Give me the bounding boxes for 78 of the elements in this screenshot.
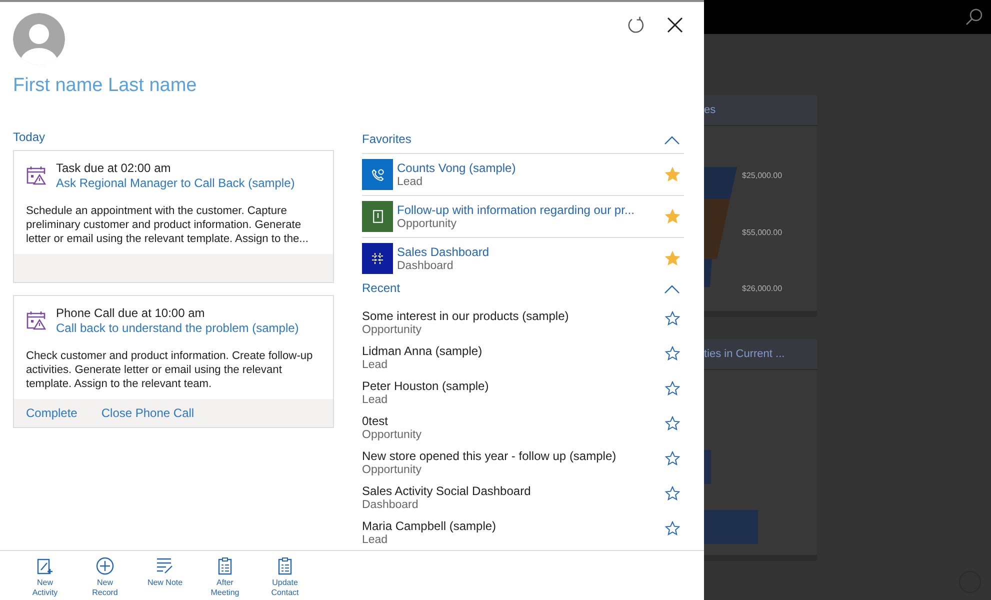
refresh-icon[interactable] — [627, 16, 645, 34]
filled-star-icon[interactable] — [665, 167, 680, 182]
item-name: Follow-up with information regarding our pr... — [397, 203, 636, 217]
section-title: Favorites — [362, 132, 412, 146]
item-name: Lidman Anna (sample) — [362, 344, 484, 358]
plus-circle-icon — [96, 557, 114, 575]
list-item[interactable]: Follow-up with information regarding our pr... Opportunity — [362, 196, 684, 238]
due-text: Task due at 02:00 am — [56, 161, 172, 175]
toolbar-button[interactable]: After Meeting — [198, 551, 252, 600]
activity-link[interactable]: Call back to understand the problem (sample) — [56, 321, 299, 335]
toolbar-button[interactable]: New Activity — [18, 551, 72, 600]
item-type: Lead — [362, 534, 389, 546]
collapse-icon[interactable] — [664, 136, 680, 145]
list-item[interactable]: Sales Dashboard Dashboard — [362, 238, 684, 279]
item-type: Dashboard — [362, 499, 420, 511]
filled-star-icon[interactable] — [665, 251, 680, 266]
value-label: $25,000.00 — [742, 171, 782, 180]
search-icon[interactable] — [965, 8, 983, 26]
dashboard-icon — [371, 252, 384, 265]
close-icon[interactable] — [667, 17, 683, 33]
star-outline-icon[interactable] — [665, 486, 680, 501]
toolbar-button[interactable]: New Record — [78, 551, 132, 600]
star-outline-icon[interactable] — [665, 521, 680, 536]
list-item[interactable]: Peter Houston (sample) Lead — [362, 379, 684, 414]
section-title: Today — [13, 130, 46, 144]
item-type: Lead — [397, 176, 424, 188]
item-name: Some interest in our products (sample) — [362, 309, 570, 323]
item-type: Opportunity — [397, 218, 458, 230]
item-type: Opportunity — [362, 324, 422, 336]
due-text: Phone Call due at 10:00 am — [56, 306, 206, 320]
item-name: New store opened this year - follow up (sample) — [362, 449, 618, 463]
item-name: Sales Dashboard — [397, 245, 490, 259]
list-item[interactable]: Some interest in our products (sample) Opportunity — [362, 309, 684, 344]
star-outline-icon[interactable] — [665, 451, 680, 466]
collapse-icon[interactable] — [664, 285, 680, 294]
star-outline-icon[interactable] — [665, 416, 680, 431]
star-outline-icon[interactable] — [665, 311, 680, 326]
item-name: Counts Vong (sample) — [397, 161, 517, 175]
activity-description: Schedule an appointment with the customer. Capture preliminary customer and product information. Generate letter or email using the relevant template. Assign to the... — [25, 204, 310, 247]
action-link[interactable]: Close Phone Call — [101, 406, 194, 420]
toolbar-button[interactable]: Update Contact — [258, 551, 312, 600]
list-item[interactable]: Counts Vong (sample) Lead — [362, 154, 684, 196]
clipboard-icon — [216, 557, 234, 575]
item-type: Lead — [362, 359, 389, 371]
list-item[interactable]: Lidman Anna (sample) Lead — [362, 344, 684, 379]
card-title: ties in Current ... — [704, 339, 817, 370]
calendar-warning-icon — [26, 310, 46, 330]
note-icon — [156, 557, 174, 575]
card-title: es — [704, 95, 817, 126]
item-type: Dashboard — [397, 260, 454, 272]
document-icon — [372, 210, 382, 223]
item-name: Peter Houston (sample) — [362, 379, 490, 393]
item-name: Maria Campbell (sample) — [362, 519, 498, 533]
item-type: Opportunity — [362, 429, 422, 441]
clipboard-icon — [276, 557, 294, 575]
user-name: First name Last name — [13, 75, 198, 97]
phone-icon — [370, 168, 384, 182]
star-outline-icon[interactable] — [665, 346, 680, 361]
list-item[interactable]: 0test Opportunity — [362, 414, 684, 449]
item-type: Opportunity — [362, 464, 422, 476]
filled-star-icon[interactable] — [665, 209, 680, 224]
value-label: $26,000.00 — [742, 284, 782, 293]
item-type: Lead — [362, 394, 389, 406]
list-item[interactable]: Sales Activity Social Dashboard Dashboard — [362, 484, 684, 519]
edit-note-icon — [36, 557, 54, 575]
toolbar-button[interactable]: New Note — [138, 551, 192, 600]
list-item[interactable]: Maria Campbell (sample) Lead — [362, 519, 684, 550]
item-name: 0test — [362, 414, 390, 428]
section-title: Recent — [362, 281, 400, 295]
star-outline-icon[interactable] — [665, 381, 680, 396]
list-item[interactable]: New store opened this year - follow up (sample) Opportunity — [362, 449, 684, 484]
value-label: $55,000.00 — [742, 228, 782, 236]
calendar-warning-icon — [26, 165, 46, 185]
action-link[interactable]: Complete — [26, 406, 78, 420]
activity-link[interactable]: Ask Regional Manager to Call Back (sample) — [56, 176, 295, 190]
item-name: Sales Activity Social Dashboard — [362, 484, 532, 498]
activity-description: Check customer and product information. Create follow-up activities. Generate letter or email using the relevant template. Assign to the relevant team. — [25, 349, 314, 392]
avatar-icon — [13, 13, 65, 65]
